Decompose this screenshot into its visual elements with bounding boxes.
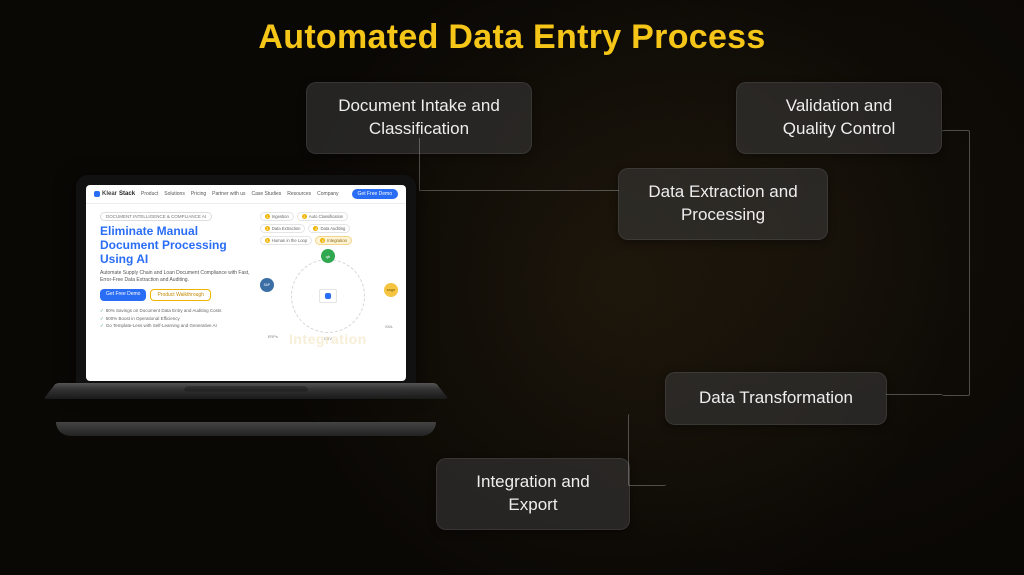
integration-node-qb: qb xyxy=(321,249,335,263)
bullet-3: Go Template-Less with Self-Learning and … xyxy=(106,323,217,328)
integration-node-xml: XML xyxy=(382,319,396,333)
laptop-base xyxy=(56,422,436,436)
site-nav: KlearStack Product Solutions Pricing Par… xyxy=(86,185,406,204)
brand-text-second: Stack xyxy=(119,191,135,197)
process-step-validation: Validation and Quality Control xyxy=(736,82,942,154)
process-step-extraction: Data Extraction and Processing xyxy=(618,168,828,240)
hero-left: DOCUMENT INTELLIGENCE & COMPLIANCE AI El… xyxy=(100,212,250,341)
hero-headline: Eliminate Manual Document Processing Usi… xyxy=(100,225,250,266)
brand-text-first: Klear xyxy=(102,191,117,197)
nav-cta-button[interactable]: Get Free Demo xyxy=(352,189,398,199)
pill-auditing: 4Data Auditing xyxy=(308,224,350,233)
hero-eyebrow: DOCUMENT INTELLIGENCE & COMPLIANCE AI xyxy=(100,212,212,221)
connector-line xyxy=(886,394,942,395)
hero-cta-primary[interactable]: Get Free Demo xyxy=(100,289,146,301)
nav-partner[interactable]: Partner with us xyxy=(212,191,245,197)
hero-cta-secondary[interactable]: Product Walkthrough xyxy=(150,289,211,301)
bullet-2: 500% Boost in Operational Efficiency xyxy=(106,316,180,321)
hero-right: 1Ingestion 2Auto Classification 3Data Ex… xyxy=(260,212,396,341)
bullet-1: 80% Savings on Document Data Entry and A… xyxy=(106,308,222,313)
laptop-screen: KlearStack Product Solutions Pricing Par… xyxy=(86,185,406,381)
integration-node-sage: sage xyxy=(384,283,398,297)
nav-product[interactable]: Product xyxy=(141,191,158,197)
connector-line xyxy=(628,414,666,486)
nav-company[interactable]: Company xyxy=(317,191,338,197)
nav-solutions[interactable]: Solutions xyxy=(164,191,185,197)
nav-pricing[interactable]: Pricing xyxy=(191,191,206,197)
pill-human-loop: 5Human in the Loop xyxy=(260,236,312,245)
laptop-keyboard xyxy=(43,383,448,399)
brand-mark-icon xyxy=(94,191,100,197)
check-icon: ✓ xyxy=(100,308,104,313)
ghost-word: Integration xyxy=(289,331,367,347)
integration-node-erps: ERPs xyxy=(266,329,280,343)
hero-subcopy: Automate Supply Chain and Loan Document … xyxy=(100,270,250,283)
laptop-bezel: KlearStack Product Solutions Pricing Par… xyxy=(76,175,416,387)
pill-integration: 6Integration xyxy=(315,236,352,245)
integration-diagram: qb SAP sage XML CSV ERPs Integration xyxy=(260,251,396,341)
brand-logo: KlearStack xyxy=(94,191,135,197)
feature-pills: 1Ingestion 2Auto Classification 3Data Ex… xyxy=(260,212,396,245)
laptop-mockup: KlearStack Product Solutions Pricing Par… xyxy=(56,175,436,436)
website-preview: KlearStack Product Solutions Pricing Par… xyxy=(86,185,406,381)
nav-case-studies[interactable]: Case Studies xyxy=(252,191,282,197)
integration-node-sap: SAP xyxy=(260,278,274,292)
check-icon: ✓ xyxy=(100,323,104,328)
connector-line xyxy=(942,130,970,396)
page-title: Automated Data Entry Process xyxy=(0,18,1024,57)
hero-bullets: ✓80% Savings on Document Data Entry and … xyxy=(100,307,250,329)
pill-extraction: 3Data Extraction xyxy=(260,224,306,233)
nav-resources[interactable]: Resources xyxy=(287,191,311,197)
check-icon: ✓ xyxy=(100,316,104,321)
pill-ingestion: 1Ingestion xyxy=(260,212,294,221)
pill-classification: 2Auto Classification xyxy=(297,212,348,221)
connector-line xyxy=(579,190,619,191)
site-hero: DOCUMENT INTELLIGENCE & COMPLIANCE AI El… xyxy=(86,204,406,345)
integration-center-icon xyxy=(319,289,337,303)
process-step-integration: Integration and Export xyxy=(436,458,630,530)
connector-line xyxy=(419,190,579,191)
process-step-transformation: Data Transformation xyxy=(665,372,887,425)
